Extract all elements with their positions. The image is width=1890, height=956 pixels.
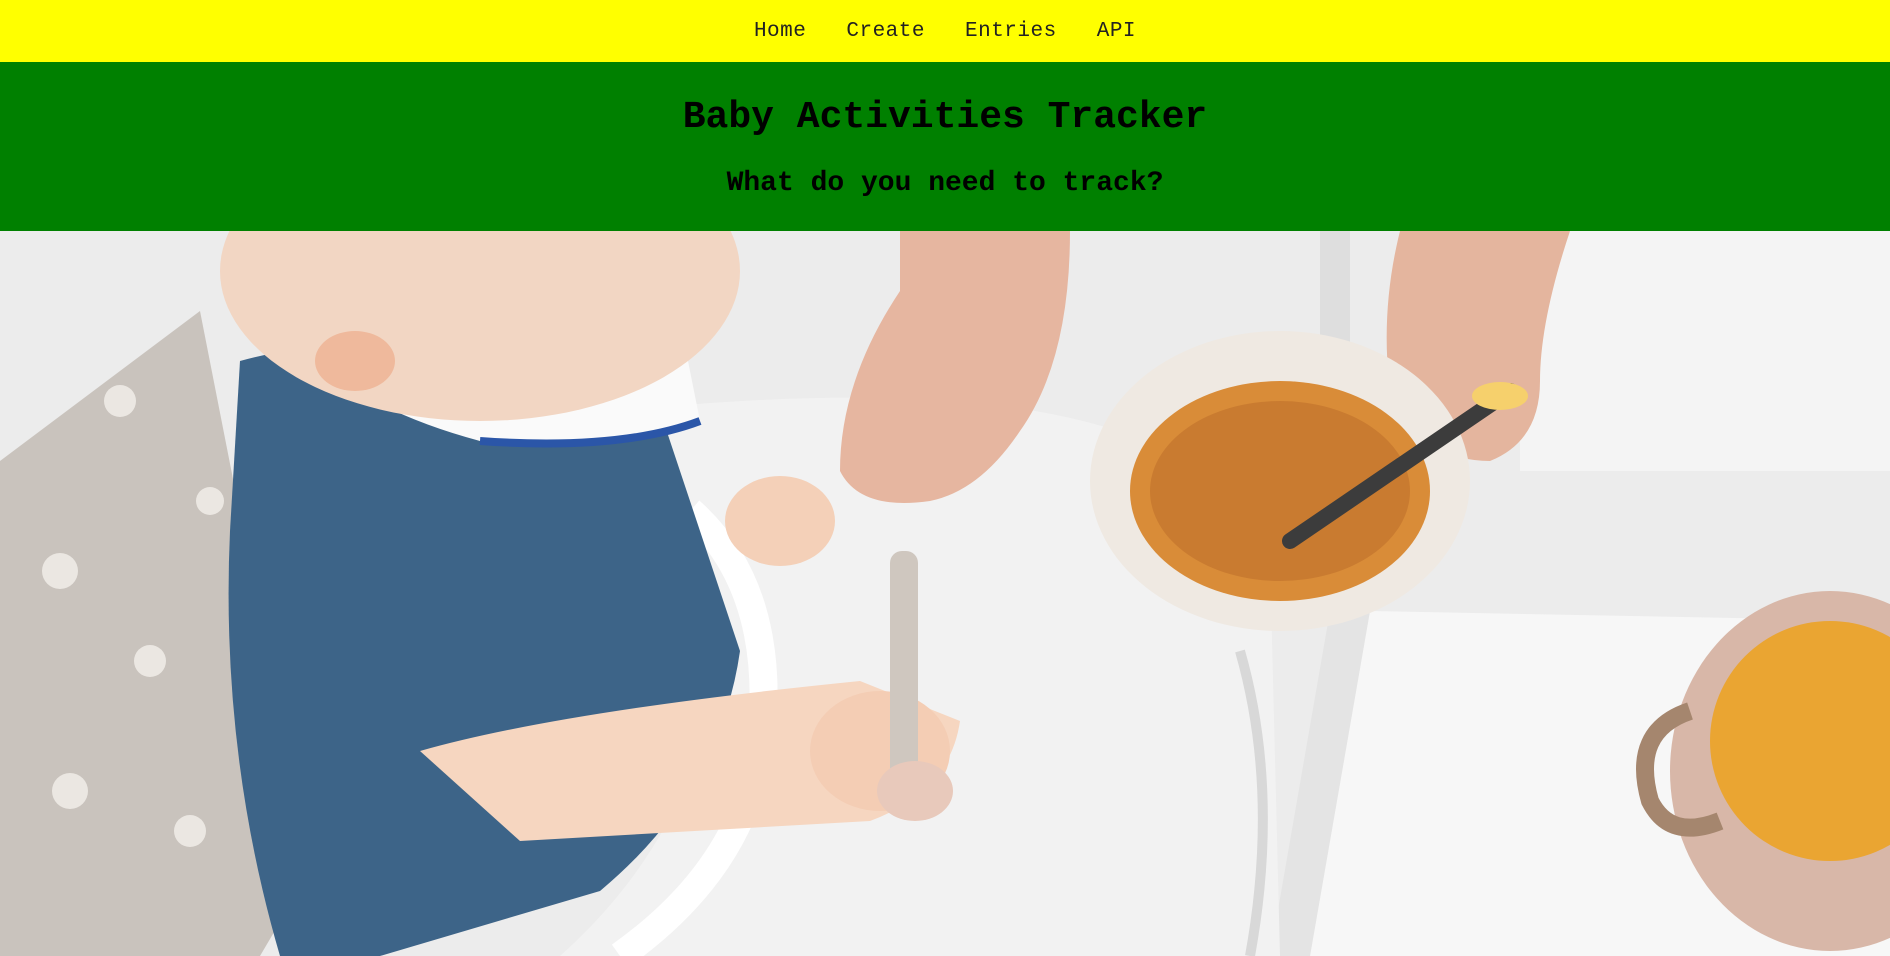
top-navigation: Home Create Entries API bbox=[0, 0, 1890, 62]
nav-link-entries[interactable]: Entries bbox=[965, 20, 1057, 43]
hero-image bbox=[0, 231, 1890, 956]
header-banner: Baby Activities Tracker What do you need… bbox=[0, 62, 1890, 231]
page-subtitle: What do you need to track? bbox=[726, 168, 1164, 199]
baby-feeding-photo bbox=[0, 231, 1890, 956]
nav-link-create[interactable]: Create bbox=[846, 20, 925, 43]
nav-link-home[interactable]: Home bbox=[754, 20, 806, 43]
nav-link-api[interactable]: API bbox=[1097, 20, 1136, 43]
page-title: Baby Activities Tracker bbox=[682, 96, 1208, 139]
